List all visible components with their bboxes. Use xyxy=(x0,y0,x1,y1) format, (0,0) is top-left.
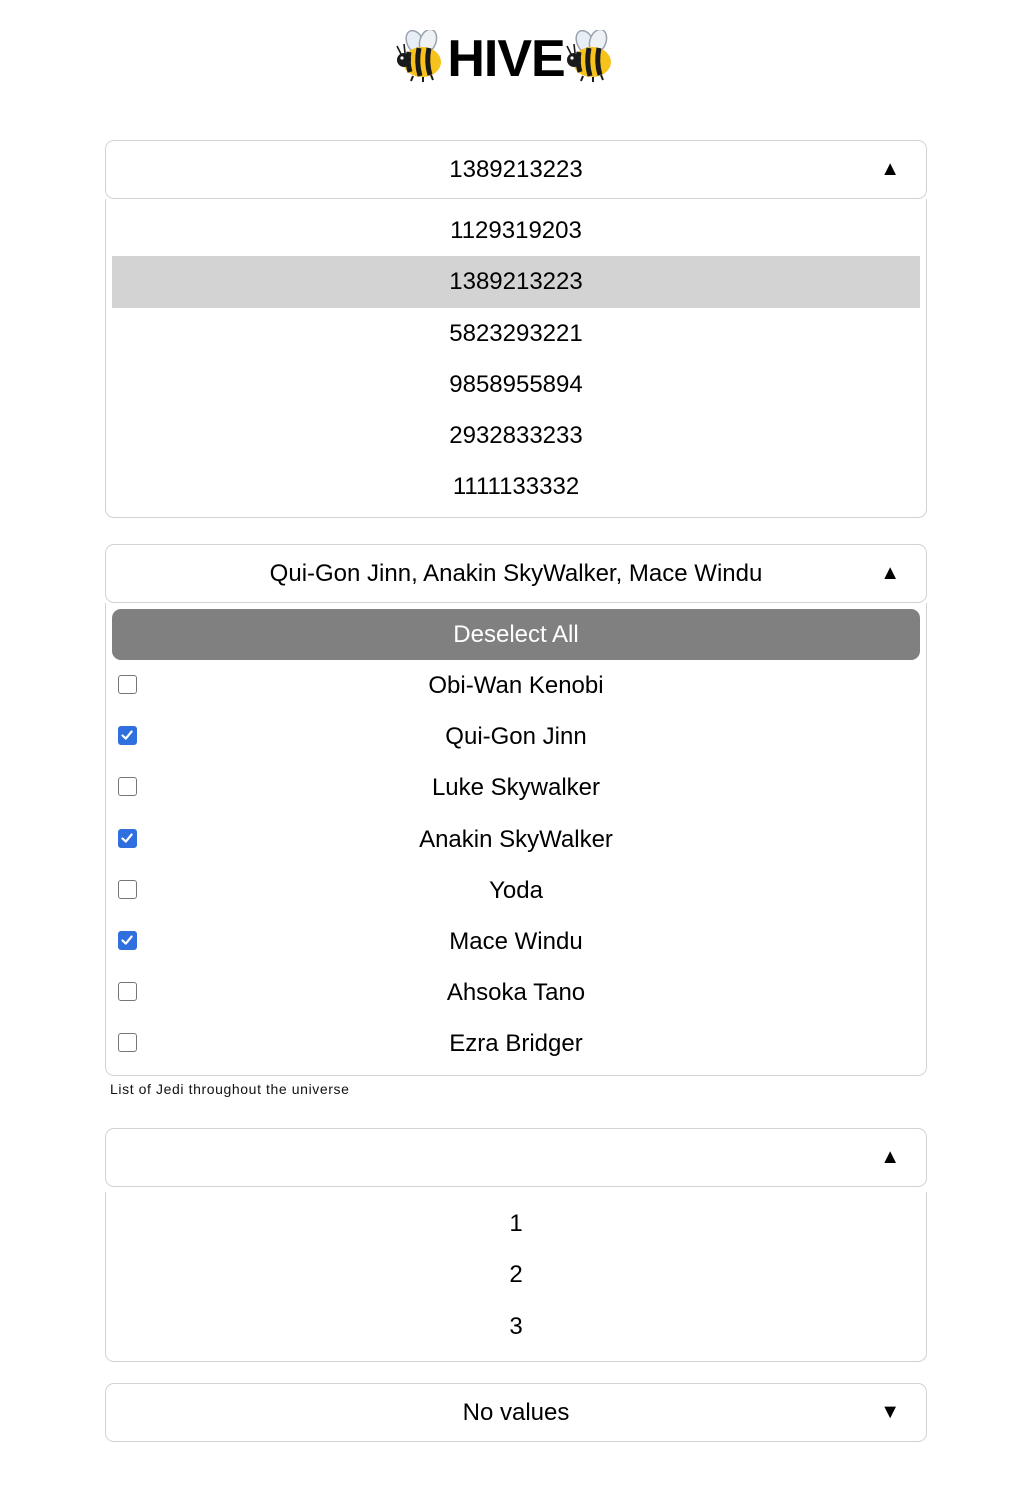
jedi-option-label: Luke Skywalker xyxy=(431,774,601,802)
chevron-down-icon: ▼ xyxy=(880,1401,900,1423)
jedi-option-label: Ezra Bridger xyxy=(449,1030,583,1058)
jedi-dropdown-toggle[interactable]: Qui-Gon Jinn, Anakin SkyWalker, Mace Win… xyxy=(105,544,927,603)
jedi-option[interactable]: Mace Windu xyxy=(112,916,920,967)
bee-icon xyxy=(396,30,442,82)
jedi-option[interactable]: Qui-Gon Jinn xyxy=(112,711,920,762)
checkmark-icon xyxy=(121,730,133,740)
page-title: HIVE xyxy=(0,28,1012,90)
checkmark-icon xyxy=(121,935,133,945)
deselect-all-button[interactable]: Deselect All xyxy=(112,609,920,660)
checkbox-checked[interactable] xyxy=(118,828,137,848)
jedi-option[interactable]: Obi-Wan Kenobi xyxy=(112,660,920,711)
small-dropdown-toggle[interactable]: ▲ xyxy=(105,1128,927,1187)
empty-dropdown: No values ▼ xyxy=(105,1383,927,1442)
chevron-up-icon: ▲ xyxy=(880,1146,900,1168)
jedi-dropdown-list: Deselect All Obi-Wan Kenobi Qui-Gon Jinn L… xyxy=(105,603,927,1076)
checkbox-unchecked[interactable] xyxy=(118,777,137,797)
jedi-option-label: Yoda xyxy=(489,876,543,904)
checkmark-icon xyxy=(121,833,133,843)
chevron-up-icon: ▲ xyxy=(880,562,900,584)
small-option[interactable]: 3 xyxy=(112,1301,920,1352)
checkbox-checked[interactable] xyxy=(118,930,137,950)
jedi-option[interactable]: Anakin SkyWalker xyxy=(112,814,920,865)
small-option[interactable]: 1 xyxy=(112,1198,920,1249)
small-dropdown: ▲ 1 2 3 xyxy=(105,1128,927,1362)
small-option[interactable]: 2 xyxy=(112,1249,920,1300)
bee-icon xyxy=(565,30,611,82)
jedi-option[interactable]: Luke Skywalker xyxy=(112,762,920,813)
small-dropdown-list: 1 2 3 xyxy=(105,1192,927,1362)
jedi-dropdown-caption: List of Jedi throughout the universe xyxy=(110,1081,350,1097)
page-title-text: HIVE xyxy=(447,30,565,88)
checkbox-unchecked[interactable] xyxy=(118,675,137,694)
number-option-selected[interactable]: 1389213223 xyxy=(112,256,920,308)
jedi-dropdown: Qui-Gon Jinn, Anakin SkyWalker, Mace Win… xyxy=(105,544,927,1076)
number-option[interactable]: 9858955894 xyxy=(112,359,920,410)
number-option[interactable]: 5823293221 xyxy=(112,308,920,359)
number-dropdown-value: 1389213223 xyxy=(449,156,583,183)
number-dropdown: 1389213223 ▲ 1129319203 1389213223 58232… xyxy=(105,140,927,518)
number-option[interactable]: 1129319203 xyxy=(112,205,920,256)
checkbox-unchecked[interactable] xyxy=(118,1033,137,1053)
jedi-option-label: Obi-Wan Kenobi xyxy=(428,672,604,699)
checkbox-unchecked[interactable] xyxy=(118,982,137,1002)
jedi-option[interactable]: Yoda xyxy=(112,865,920,916)
number-option[interactable]: 2932833233 xyxy=(112,410,920,461)
jedi-option-label: Qui-Gon Jinn xyxy=(445,723,587,751)
empty-dropdown-value: No values xyxy=(462,1399,570,1426)
number-dropdown-toggle[interactable]: 1389213223 ▲ xyxy=(105,140,927,199)
checkbox-checked[interactable] xyxy=(118,726,137,746)
number-option[interactable]: 1111133332 xyxy=(112,461,920,512)
jedi-option[interactable]: Ahsoka Tano xyxy=(112,967,920,1018)
jedi-option[interactable]: Ezra Bridger xyxy=(112,1018,920,1069)
number-dropdown-list: 1129319203 1389213223 5823293221 9858955… xyxy=(105,199,927,518)
chevron-up-icon: ▲ xyxy=(880,158,900,180)
jedi-option-label: Mace Windu xyxy=(449,927,583,955)
jedi-option-label: Ahsoka Tano xyxy=(446,979,586,1007)
empty-dropdown-toggle[interactable]: No values ▼ xyxy=(105,1383,927,1442)
jedi-option-label: Anakin SkyWalker xyxy=(419,825,613,853)
checkbox-unchecked[interactable] xyxy=(118,879,137,899)
jedi-dropdown-value: Qui-Gon Jinn, Anakin SkyWalker, Mace Win… xyxy=(269,560,763,587)
